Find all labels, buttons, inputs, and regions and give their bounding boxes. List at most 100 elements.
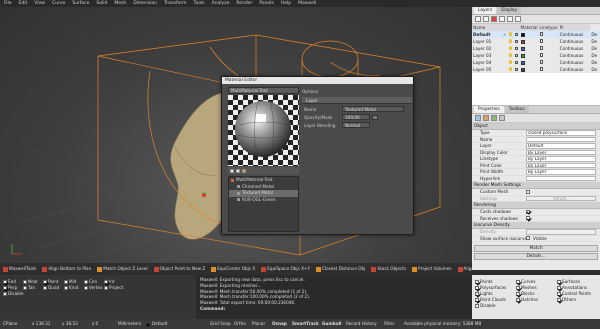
select-filter-checkbox[interactable]: [475, 292, 479, 296]
menu-item-view[interactable]: View: [34, 1, 45, 6]
property-value[interactable]: By Layer: [526, 162, 596, 168]
layer-color-swatch[interactable]: [520, 61, 525, 65]
menu-item-tools[interactable]: Tools: [194, 1, 205, 6]
menu-item-panels[interactable]: Panels: [259, 1, 273, 6]
toolbar-item[interactable]: Stack Objects: [371, 266, 406, 272]
menu-item-solid[interactable]: Solid: [96, 1, 107, 6]
osnap-checkbox[interactable]: [104, 286, 108, 290]
material-icon[interactable]: [483, 115, 489, 121]
menu-item-file[interactable]: File: [4, 1, 12, 6]
command-prompt[interactable]: Command:: [200, 306, 468, 312]
layer-name[interactable]: Layer 05: [472, 66, 502, 73]
curve-piping-icon[interactable]: [499, 115, 505, 121]
lightbulb-icon[interactable]: [508, 53, 512, 57]
select-filter-others[interactable]: Others: [557, 297, 576, 302]
menu-item-transform[interactable]: Transform: [164, 1, 186, 6]
material-swatch[interactable]: [539, 67, 543, 71]
osnap-tan[interactable]: Tan: [23, 285, 35, 290]
toolbar-item[interactable]: Object Point to New Z: [153, 266, 205, 272]
details-button[interactable]: Details...: [474, 253, 598, 260]
menu-item-help[interactable]: Help: [281, 1, 291, 6]
select-filter-curves[interactable]: Curves: [516, 279, 536, 284]
select-filter-checkbox[interactable]: [557, 286, 561, 290]
osnap-checkbox[interactable]: [84, 280, 88, 284]
toolbar-item[interactable]: EquiCenter Objs X: [211, 266, 255, 272]
layer-print-color[interactable]: De: [590, 45, 600, 52]
osnap-cen[interactable]: Cen: [84, 279, 97, 284]
osnap-project[interactable]: Project: [104, 285, 123, 290]
match-button[interactable]: Match: [474, 245, 598, 252]
settings-icon[interactable]: [242, 168, 246, 173]
layer-linetype[interactable]: Continuous: [559, 38, 591, 45]
layer-print-color[interactable]: De: [590, 38, 600, 45]
material-tree-item[interactable]: RUR-OGL-Green: [229, 197, 298, 204]
menu-item-surface[interactable]: Surface: [72, 1, 89, 6]
unlock-icon[interactable]: [514, 61, 518, 64]
osnap-checkbox[interactable]: [104, 280, 108, 284]
unlock-icon[interactable]: [514, 68, 518, 71]
osnap-checkbox[interactable]: [43, 286, 47, 290]
osnap-checkbox[interactable]: [23, 280, 27, 284]
move-up-icon[interactable]: [499, 16, 505, 22]
material-swatch[interactable]: [539, 60, 543, 64]
layer-row[interactable]: Layer 01 Continuous De: [472, 38, 600, 45]
property-value[interactable]: Default: [526, 143, 596, 149]
layer-color-swatch[interactable]: [520, 33, 525, 37]
layer-print-color[interactable]: De: [590, 59, 600, 66]
select-filter-checkbox[interactable]: [475, 304, 479, 308]
lightbulb-icon[interactable]: [508, 39, 512, 43]
toolbar-item[interactable]: Align bottom to 0: [457, 266, 472, 272]
casts-shadows-checkbox[interactable]: [526, 209, 530, 214]
layer-linetype[interactable]: Continuous: [559, 59, 591, 66]
layer-color-cell[interactable]: [520, 38, 539, 45]
material-swatch[interactable]: [539, 46, 543, 50]
lightbulb-icon[interactable]: [508, 46, 512, 50]
tab-layers[interactable]: Layers: [474, 7, 497, 14]
osnap-perp[interactable]: Perp: [3, 285, 17, 290]
layer-print-color[interactable]: De: [590, 66, 600, 73]
menu-item-analyze[interactable]: Analyze: [212, 1, 230, 6]
opacity-slider[interactable]: [372, 114, 378, 120]
layer-linetype[interactable]: Continuous: [559, 66, 591, 73]
toolbar-item[interactable]: EquiSpace Objs X+Y: [261, 266, 310, 272]
layer-color-swatch[interactable]: [520, 47, 525, 51]
tab-display[interactable]: Display: [497, 7, 522, 14]
layer-linetype[interactable]: Continuous: [559, 45, 591, 52]
select-filter-checkbox[interactable]: [475, 280, 479, 284]
layer-row[interactable]: Default ✓ Continuous De: [472, 31, 600, 38]
osnap-checkbox[interactable]: [64, 280, 68, 284]
select-filter-checkbox[interactable]: [516, 280, 520, 284]
layer-color-swatch[interactable]: [520, 68, 525, 72]
select-filter-checkbox[interactable]: [516, 298, 520, 302]
layer-name[interactable]: Layer 02: [472, 45, 502, 52]
layer-material-cell[interactable]: [539, 59, 559, 66]
osnap-toggle[interactable]: Osnap: [272, 321, 287, 326]
layer-material-cell[interactable]: [539, 45, 559, 52]
smarttrack-toggle[interactable]: SmartTrack: [292, 321, 319, 326]
move-down-icon[interactable]: [507, 16, 513, 22]
select-filter-polysurfaces[interactable]: Polysurfaces: [475, 285, 506, 290]
unlock-icon[interactable]: [514, 54, 518, 57]
menu-item-render[interactable]: Render: [236, 1, 252, 6]
osnap-near[interactable]: Near: [23, 279, 38, 284]
layer-row[interactable]: Layer 03 Continuous De: [472, 52, 600, 59]
osnap-checkbox[interactable]: [3, 292, 7, 296]
osnap-checkbox[interactable]: [3, 286, 7, 290]
menu-item-curve[interactable]: Curve: [52, 1, 65, 6]
layer-color-swatch[interactable]: [520, 40, 525, 44]
grid-snap-toggle[interactable]: Grid Snap: [210, 321, 231, 326]
select-filter-blocks[interactable]: Blocks: [516, 291, 535, 296]
lightbulb-icon[interactable]: [508, 32, 512, 36]
material-field-value[interactable]: Textured Metal: [342, 106, 404, 112]
visible-checkbox[interactable]: [526, 236, 530, 241]
ortho-toggle[interactable]: Ortho: [234, 321, 246, 326]
gumball-toggle[interactable]: Gumball: [322, 321, 341, 326]
layer-linetype[interactable]: Continuous: [558, 31, 591, 38]
select-filter-lights[interactable]: Lights: [475, 291, 493, 296]
layer-print-color[interactable]: De: [590, 31, 600, 38]
material-swatch[interactable]: [539, 53, 543, 57]
property-value[interactable]: [526, 175, 596, 181]
select-filter-checkbox[interactable]: [475, 286, 479, 290]
osnap-vertex[interactable]: Vertex: [84, 285, 102, 290]
toolbar-item[interactable]: Match Object Z Level: [97, 266, 148, 272]
